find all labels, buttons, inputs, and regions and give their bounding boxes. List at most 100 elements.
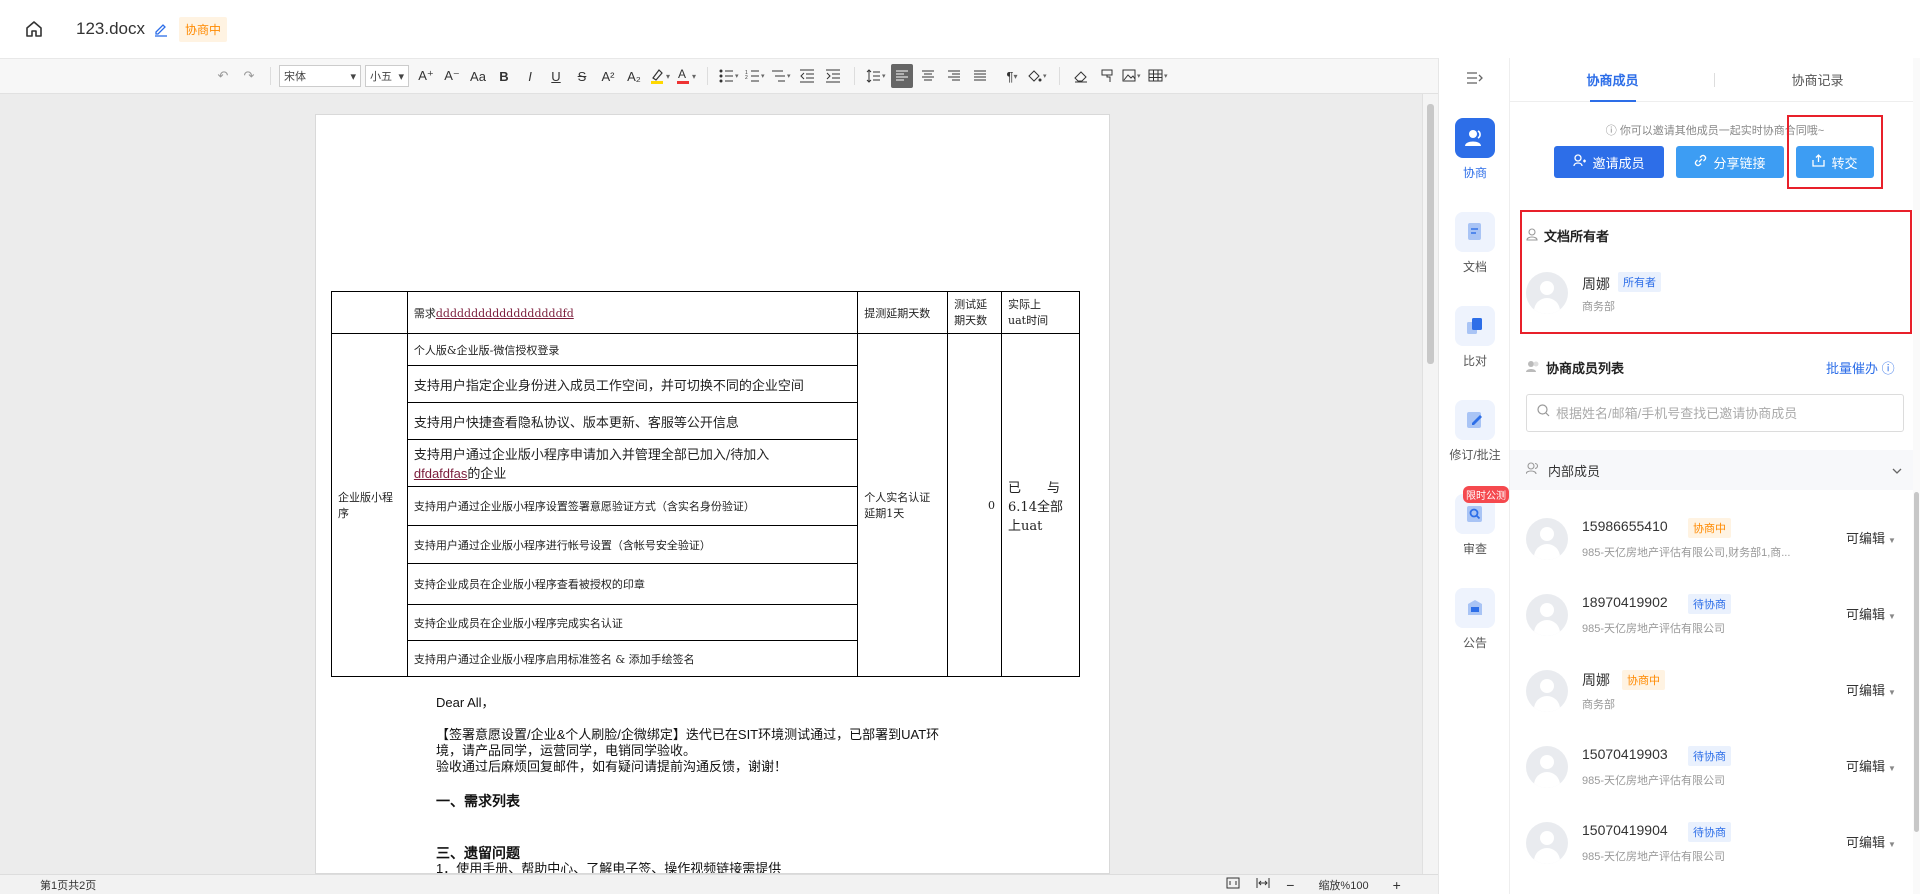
- highlight-box: [1520, 210, 1912, 334]
- svg-text:▾: ▾: [787, 73, 791, 80]
- permission-dropdown[interactable]: 可编辑 ▼: [1846, 604, 1896, 623]
- rail-item-document[interactable]: 文档: [1439, 212, 1511, 275]
- bullet-list-icon[interactable]: ▾: [718, 64, 740, 88]
- page-info: 第1页共2页: [40, 879, 97, 892]
- svg-text:▾: ▾: [882, 73, 886, 80]
- font-family-select[interactable]: 宋体 ▾: [279, 65, 361, 87]
- separator: [1059, 67, 1060, 85]
- permission-dropdown[interactable]: 可编辑 ▼: [1846, 528, 1896, 547]
- fill-color-icon[interactable]: ▾: [1027, 64, 1049, 88]
- document-icon: [1455, 212, 1495, 252]
- svg-text:▾: ▾: [1043, 73, 1047, 80]
- permission-dropdown[interactable]: 可编辑 ▼: [1846, 756, 1896, 775]
- avatar: [1526, 518, 1568, 560]
- separator: [854, 67, 855, 85]
- increase-indent-icon[interactable]: [822, 64, 844, 88]
- member-dept: 商务部: [1582, 699, 1615, 711]
- tab-records[interactable]: 协商记录: [1715, 70, 1920, 89]
- invite-members-button[interactable]: 邀请成员: [1554, 146, 1664, 178]
- revise-icon: [1455, 400, 1495, 440]
- chevron-down-icon: ▾: [398, 70, 404, 83]
- rail-item-negotiate[interactable]: 协商: [1439, 118, 1511, 181]
- underline-button[interactable]: U: [545, 64, 567, 88]
- rail-item-review[interactable]: 限时公测 审查: [1439, 486, 1511, 557]
- batch-remind-link[interactable]: 批量催办 ⓘ: [1826, 358, 1895, 377]
- rail-item-compare[interactable]: 比对: [1439, 306, 1511, 369]
- font-color-icon[interactable]: A ▾: [675, 64, 697, 88]
- rail-item-notice[interactable]: 公告: [1439, 588, 1511, 651]
- justify-icon[interactable]: [969, 64, 991, 88]
- home-icon[interactable]: [24, 19, 44, 39]
- strikethrough-button[interactable]: S: [571, 64, 593, 88]
- zoom-out-button[interactable]: −: [1286, 877, 1294, 893]
- table-cell: 支持企业成员在企业版小程序完成实名认证: [406, 604, 859, 641]
- font-shrink-button[interactable]: A⁻: [441, 64, 463, 88]
- font-size-select[interactable]: 小五 ▾: [365, 65, 409, 87]
- caret-down-icon: ▼: [1888, 612, 1896, 621]
- permission-dropdown[interactable]: 可编辑 ▼: [1846, 680, 1896, 699]
- users-outline-icon: [1525, 462, 1540, 478]
- insert-image-icon[interactable]: ▾: [1122, 64, 1144, 88]
- link-icon: [1694, 154, 1707, 170]
- scrollbar-thumb[interactable]: [1914, 492, 1919, 832]
- superscript-button[interactable]: A²: [597, 64, 619, 88]
- format-painter-icon[interactable]: [1096, 64, 1118, 88]
- fit-width-icon[interactable]: [1256, 877, 1270, 892]
- status-bar: 第1页共2页 − 缩放%100 +: [0, 874, 1438, 894]
- share-link-button[interactable]: 分享链接: [1676, 146, 1784, 178]
- help-icon: ⓘ: [1881, 361, 1895, 376]
- member-dept: 985-天亿房地产评估有限公司: [1582, 775, 1726, 787]
- svg-text:▾: ▾: [666, 72, 670, 81]
- users-outline-icon: [1526, 360, 1540, 376]
- table-cell: 个人实名认证延期1天: [857, 333, 949, 677]
- collapse-panel-icon[interactable]: [1466, 70, 1484, 91]
- undo-icon[interactable]: ↶: [212, 64, 234, 88]
- change-case-button[interactable]: Aa: [467, 64, 489, 88]
- line-spacing-icon[interactable]: ▾: [865, 64, 887, 88]
- align-right-icon[interactable]: [943, 64, 965, 88]
- eraser-icon[interactable]: [1070, 64, 1092, 88]
- bold-button[interactable]: B: [493, 64, 515, 88]
- member-name: 18970419902: [1582, 594, 1668, 610]
- italic-button[interactable]: I: [519, 64, 541, 88]
- paragraph-mark-button[interactable]: ¶ ▾: [1001, 64, 1023, 88]
- zoom-in-button[interactable]: +: [1393, 877, 1401, 893]
- tab-members[interactable]: 协商成员: [1510, 70, 1715, 89]
- search-icon: [1537, 404, 1550, 422]
- table-cell: 提测延期天数: [857, 291, 949, 334]
- decrease-indent-icon[interactable]: [796, 64, 818, 88]
- search-input[interactable]: [1556, 405, 1886, 421]
- rail-item-revise[interactable]: 修订/批注: [1439, 400, 1511, 463]
- highlight-box: [1787, 115, 1883, 189]
- panel-scrollbar[interactable]: [1913, 58, 1920, 894]
- align-left-icon[interactable]: [891, 64, 913, 88]
- table-cell: 0: [947, 333, 1003, 677]
- font-grow-button[interactable]: A⁺: [415, 64, 437, 88]
- scrollbar-thumb[interactable]: [1427, 104, 1434, 364]
- separator: [707, 67, 708, 85]
- multilevel-list-icon[interactable]: ▾: [770, 64, 792, 88]
- member-status-badge: 待协商: [1688, 594, 1731, 614]
- negotiation-panel: 协商成员 协商记录 ⓘ 你可以邀请其他成员一起实时协商合同哦~ 邀请成员 分享链…: [1510, 58, 1920, 894]
- member-search[interactable]: [1526, 394, 1904, 432]
- subscript-button[interactable]: A₂: [623, 64, 645, 88]
- permission-dropdown[interactable]: 可编辑 ▼: [1846, 832, 1896, 851]
- highlight-color-icon[interactable]: ▾: [649, 64, 671, 88]
- insert-table-icon[interactable]: ▾: [1148, 64, 1170, 88]
- member-status-badge: 待协商: [1688, 822, 1731, 842]
- table-cell: 支持用户快捷查看隐私协议、版本更新、客服等公开信息: [406, 402, 859, 440]
- document-scrollbar[interactable]: [1422, 94, 1438, 874]
- rename-pencil-icon[interactable]: [153, 21, 169, 37]
- align-center-icon[interactable]: [917, 64, 939, 88]
- document-page[interactable]: 需求ddddddddddddddddddfd 提测延期天数 测试延期天数 实际上…: [315, 114, 1110, 874]
- tab-divider: [1714, 73, 1715, 87]
- fit-page-icon[interactable]: [1226, 877, 1240, 892]
- redo-icon[interactable]: ↷: [238, 64, 260, 88]
- table-cell: 企业版小程序: [331, 333, 408, 677]
- numbered-list-icon[interactable]: 1 2 ▾: [744, 64, 766, 88]
- internal-members-group[interactable]: 内部成员: [1510, 450, 1920, 490]
- table-header-row: 需求ddddddddddddddddddfd 提测延期天数 测试延期天数 实际上…: [331, 291, 1080, 334]
- member-status-badge: 协商中: [1622, 670, 1665, 690]
- member-name: 15986655410: [1582, 518, 1668, 534]
- svg-text:▾: ▾: [692, 72, 696, 81]
